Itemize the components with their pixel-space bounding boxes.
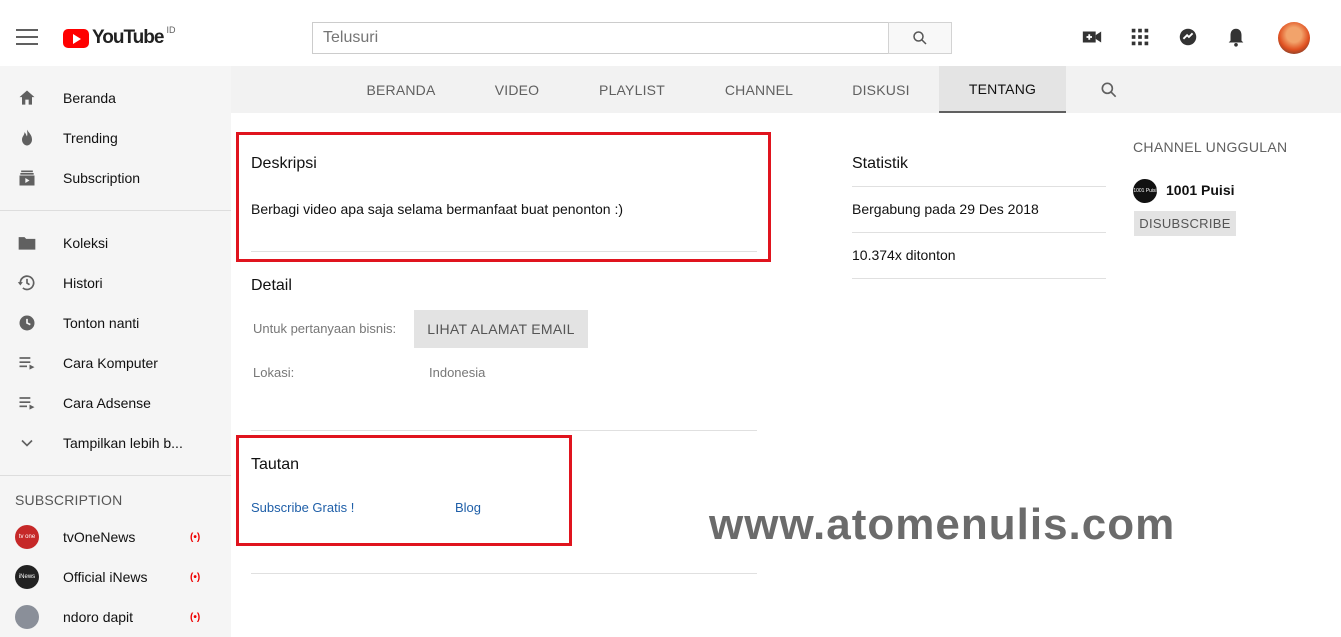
channel-avatar [15, 605, 39, 629]
country-code: ID [166, 25, 176, 35]
sidebar-item-subscription[interactable]: Subscription [0, 158, 231, 198]
sidebar-item-beranda[interactable]: Beranda [0, 78, 231, 118]
youtube-logo[interactable]: YouTube ID [63, 25, 176, 49]
clock-icon [17, 313, 37, 333]
playlist-icon [17, 393, 37, 413]
sidebar-subscription-tvonenews[interactable]: tv one tvOneNews (•) [0, 517, 231, 557]
view-count: 10.374x ditonton [852, 247, 956, 263]
subscription-header: SUBSCRIPTION [15, 492, 123, 508]
sidebar-item-cara-adsense[interactable]: Cara Adsense [0, 383, 231, 423]
logo-text: YouTube [92, 27, 164, 48]
detail-title: Detail [251, 277, 292, 294]
live-icon: (•) [190, 571, 201, 583]
top-bar: YouTube ID [0, 0, 1341, 66]
sidebar-item-label: Koleksi [63, 235, 109, 251]
search-input[interactable] [312, 22, 888, 54]
stats-title: Statistik [852, 155, 909, 172]
search-button[interactable] [888, 22, 952, 54]
about-content: Deskripsi Berbagi video apa saja selama … [231, 113, 1341, 637]
youtube-play-icon [63, 28, 89, 48]
sidebar-item-tonton-nanti[interactable]: Tonton nanti [0, 303, 231, 343]
tab-playlist[interactable]: PLAYLIST [581, 66, 683, 113]
featured-channel-name[interactable]: 1001 Puisi [1166, 182, 1235, 198]
account-avatar[interactable] [1278, 22, 1310, 54]
sidebar-item-label: tvOneNews [63, 529, 136, 545]
location-label: Lokasi: [253, 365, 295, 380]
joined-date: Bergabung pada 29 Des 2018 [852, 201, 1039, 217]
view-email-button[interactable]: LIHAT ALAMAT EMAIL [414, 310, 588, 348]
unsubscribe-button[interactable]: DISUBSCRIBE [1134, 211, 1236, 236]
tab-tentang[interactable]: TENTANG [939, 66, 1066, 113]
sidebar-item-label: Subscription [63, 170, 141, 186]
sidebar-subscription-inews[interactable]: iNews Official iNews (•) [0, 557, 231, 597]
channel-avatar: iNews [15, 565, 39, 589]
flame-icon [17, 128, 37, 148]
sidebar-item-label: Cara Komputer [63, 355, 158, 371]
divider [251, 430, 757, 431]
divider [251, 573, 757, 574]
sidebar-divider [0, 475, 231, 476]
folder-icon [17, 233, 37, 253]
highlight-box-links [236, 435, 572, 546]
live-icon: (•) [190, 611, 201, 623]
sidebar-subscription-ndoro-dapit[interactable]: ndoro dapit (•) [0, 597, 231, 637]
business-label: Untuk pertanyaan bisnis: [253, 321, 397, 336]
chevron-down-icon [17, 433, 37, 453]
playlist-icon [17, 353, 37, 373]
watermark-text: www.atomenulis.com [709, 500, 1176, 549]
sidebar-item-label: Official iNews [63, 569, 148, 585]
sidebar-item-cara-komputer[interactable]: Cara Komputer [0, 343, 231, 383]
featured-channel-avatar[interactable]: 1001 Puisi [1133, 179, 1157, 203]
divider [852, 186, 1106, 187]
highlight-box-description [236, 132, 771, 262]
location-value: Indonesia [429, 365, 486, 380]
create-video-icon[interactable] [1081, 26, 1103, 50]
sidebar-item-label: Tampilkan lebih b... [63, 435, 183, 451]
divider [852, 232, 1106, 233]
sidebar-divider [0, 210, 231, 211]
sidebar-item-label: Cara Adsense [63, 395, 151, 411]
sidebar-item-show-more[interactable]: Tampilkan lebih b... [0, 423, 231, 463]
sidebar-item-label: Beranda [63, 90, 116, 106]
featured-channels-title: CHANNEL UNGGULAN [1133, 139, 1288, 155]
sidebar-item-trending[interactable]: Trending [0, 118, 231, 158]
sidebar-item-koleksi[interactable]: Koleksi [0, 223, 231, 263]
tab-beranda[interactable]: BERANDA [339, 66, 463, 113]
channel-tab-bar: BERANDA VIDEO PLAYLIST CHANNEL DISKUSI T… [231, 66, 1341, 113]
history-icon [17, 273, 37, 293]
channel-avatar: tv one [15, 525, 39, 549]
divider [852, 278, 1106, 279]
sidebar-item-label: Histori [63, 275, 103, 291]
sidebar: Beranda Trending Subscription Koleksi Hi… [0, 66, 231, 637]
search-icon [913, 31, 927, 45]
search-bar [312, 22, 952, 54]
notifications-bell-icon[interactable] [1225, 26, 1247, 50]
menu-icon[interactable] [16, 29, 38, 47]
subscriptions-icon [17, 168, 37, 188]
sidebar-item-label: Tonton nanti [63, 315, 140, 331]
sidebar-item-label: Trending [63, 130, 118, 146]
channel-search-icon[interactable] [1091, 66, 1127, 113]
tab-diskusi[interactable]: DISKUSI [830, 66, 932, 113]
tab-video[interactable]: VIDEO [467, 66, 567, 113]
live-icon: (•) [190, 531, 201, 543]
tab-channel[interactable]: CHANNEL [708, 66, 810, 113]
sidebar-item-label: ndoro dapit [63, 609, 134, 625]
apps-grid-icon[interactable] [1129, 26, 1151, 50]
messages-icon[interactable] [1177, 26, 1199, 50]
sidebar-item-histori[interactable]: Histori [0, 263, 231, 303]
home-icon [17, 88, 37, 108]
